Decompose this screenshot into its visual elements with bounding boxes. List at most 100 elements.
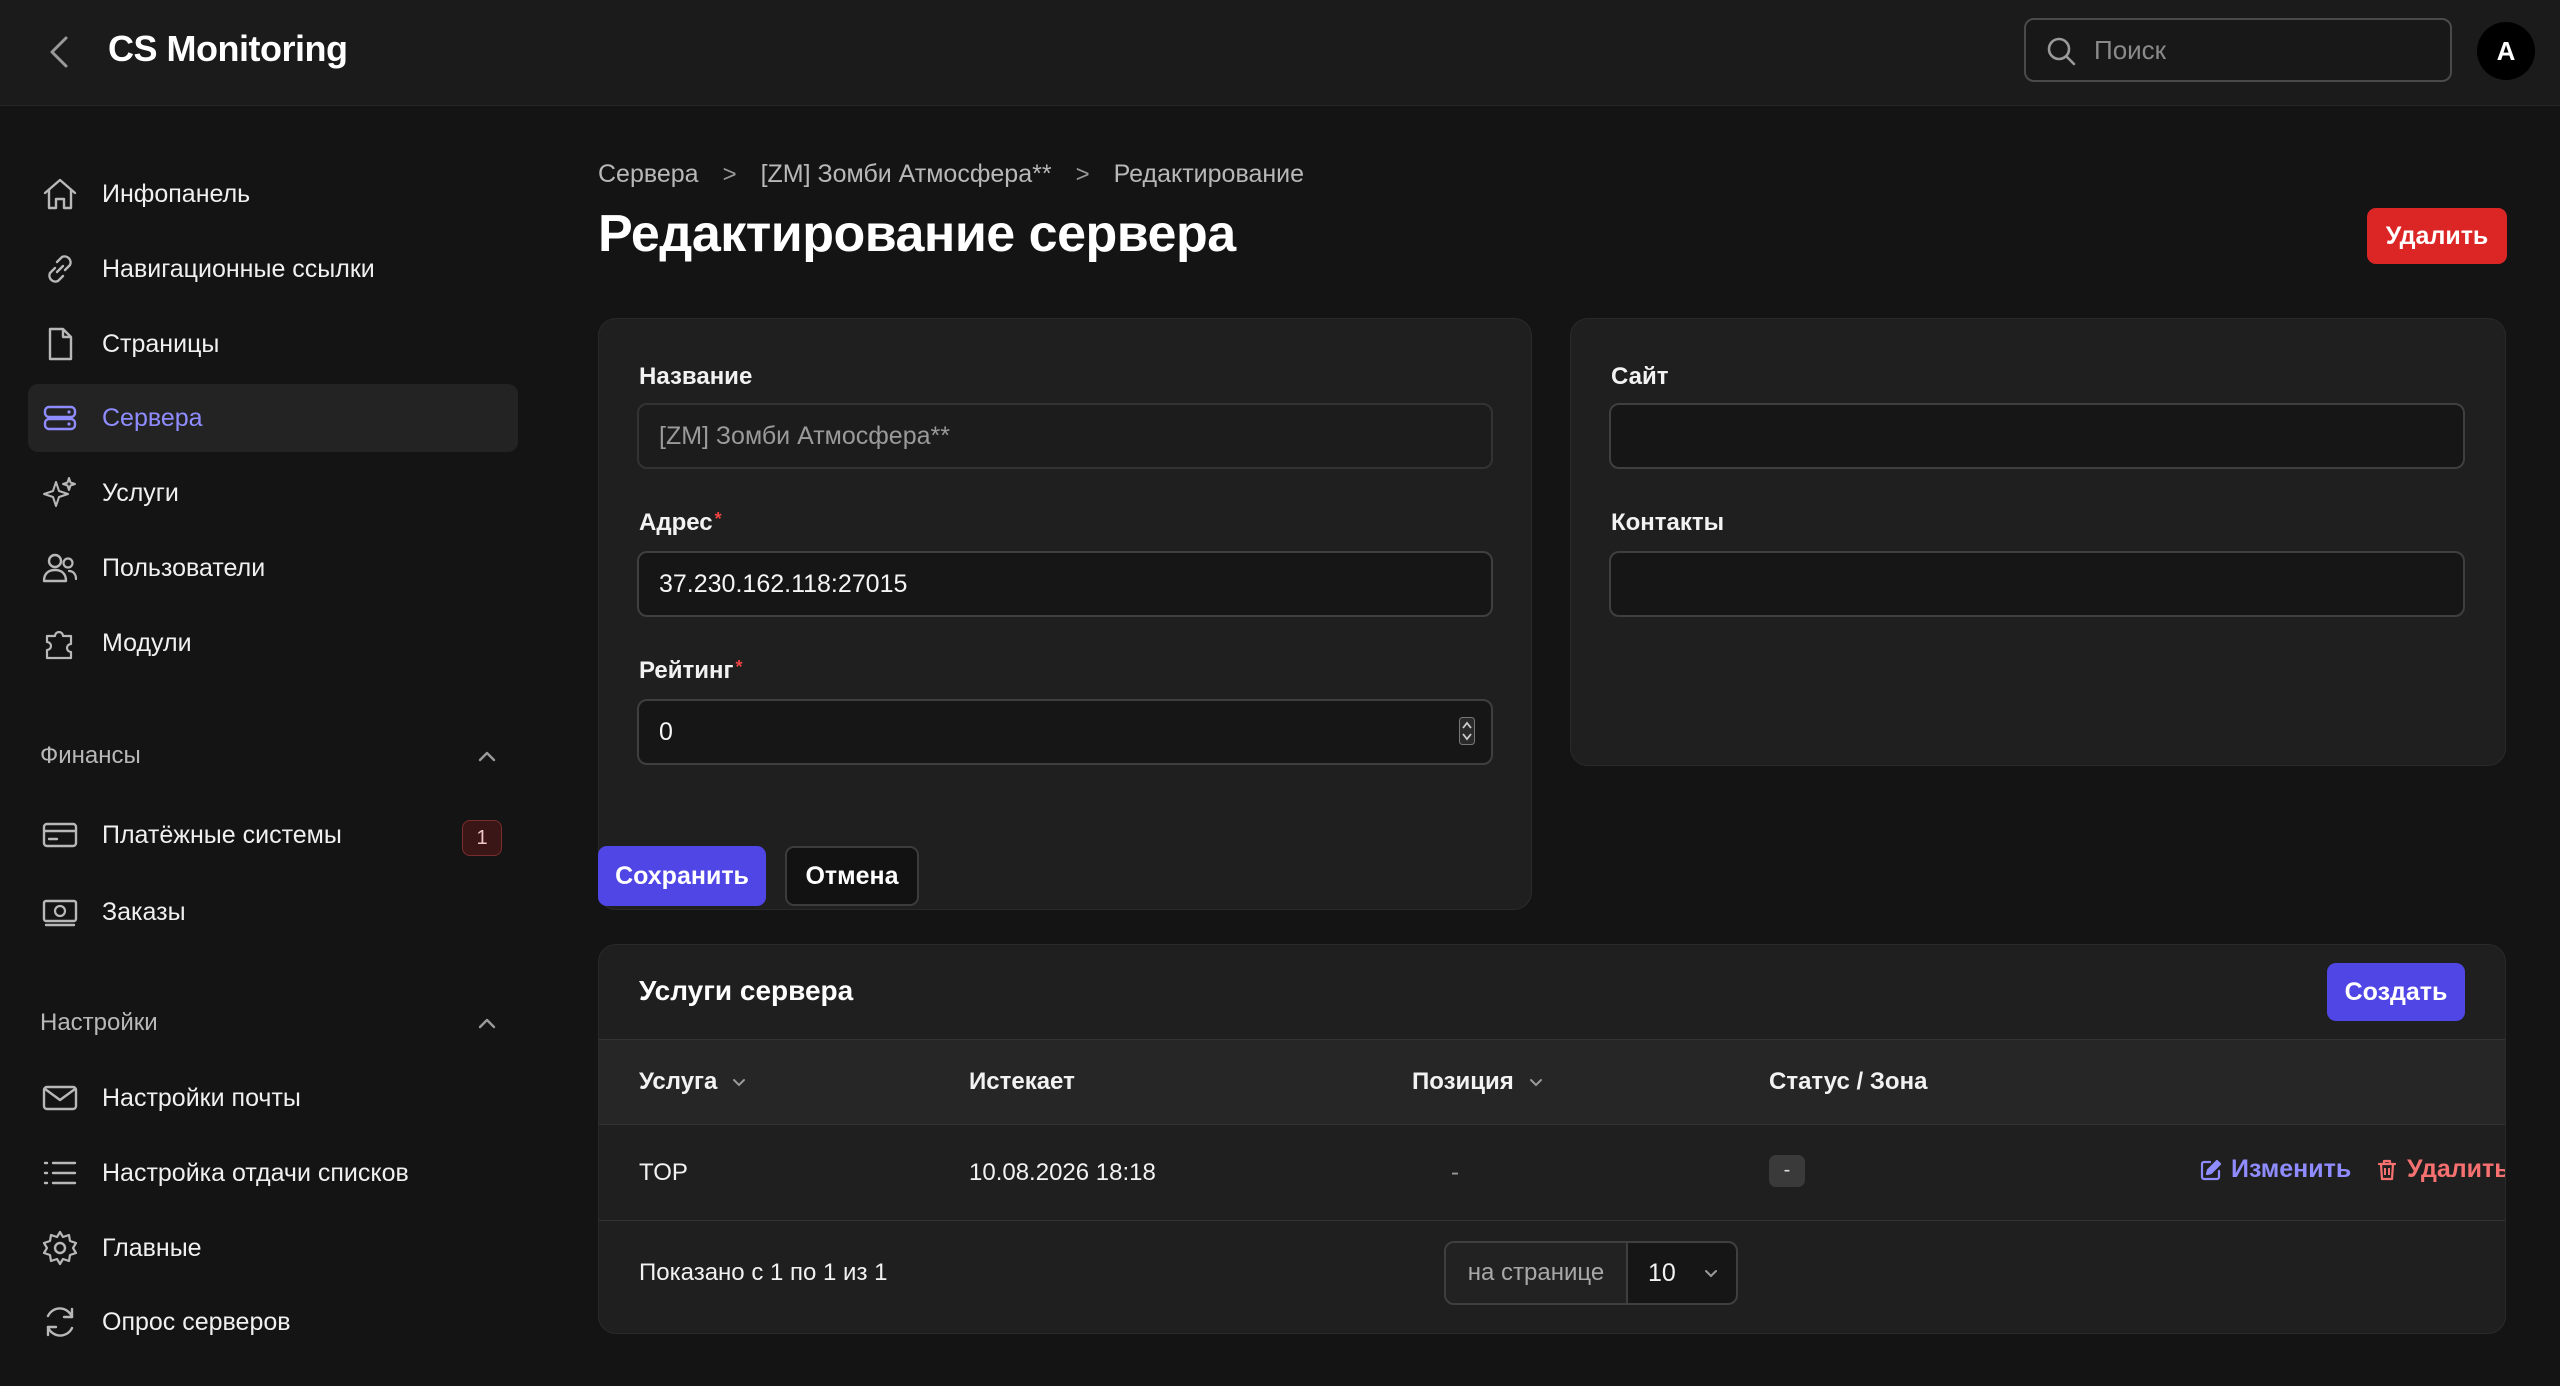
site-label: Сайт [1611, 363, 1669, 390]
finance-collapse-toggle[interactable] [470, 740, 504, 774]
name-field[interactable] [637, 403, 1493, 469]
sidebar-item-label: Модули [102, 628, 192, 657]
save-button[interactable]: Сохранить [598, 846, 766, 906]
sparkles-icon [28, 459, 92, 527]
rating-label: Рейтинг * [639, 657, 743, 684]
edit-icon [2200, 1159, 2222, 1180]
sidebar-item-servers[interactable]: Сервера [28, 384, 518, 452]
chevron-down-icon [733, 1079, 746, 1087]
status-badge: - [1769, 1155, 1805, 1187]
puzzle-icon [28, 609, 92, 677]
sidebar-item-label: Страницы [102, 329, 220, 358]
sidebar-item-server-polling[interactable]: Опрос серверов [28, 1288, 518, 1356]
sidebar-item-users[interactable]: Пользователи [28, 534, 518, 602]
column-position[interactable]: Позиция [1412, 1068, 1546, 1096]
server-icon [28, 384, 92, 452]
delete-server-button[interactable]: Удалить [2367, 208, 2507, 264]
sidebar-item-mail-settings[interactable]: Настройки почты [28, 1064, 518, 1132]
create-service-button[interactable]: Создать [2327, 963, 2465, 1021]
sidebar-item-label: Настройка отдачи списков [102, 1158, 409, 1187]
refresh-icon [28, 1288, 92, 1356]
chevron-up-icon [478, 751, 496, 762]
page-title: Редактирование сервера [598, 205, 1236, 263]
sidebar-item-nav-links[interactable]: Навигационные ссылки [28, 235, 518, 303]
chevron-left-icon [50, 36, 68, 68]
pagination-summary: Показано с 1 по 1 из 1 [639, 1259, 888, 1286]
contacts-field[interactable] [1609, 551, 2465, 617]
main-form-card: Название Адрес* Рейтинг* [598, 318, 1532, 910]
contacts-form-card: Сайт Контакты [1570, 318, 2506, 766]
search-box[interactable] [2024, 18, 2452, 82]
chevron-up-icon [478, 1018, 496, 1029]
sidebar-item-label: Заказы [102, 897, 186, 926]
breadcrumb-server[interactable]: [ZM] Зомби Атмосфера** [761, 160, 1052, 189]
sidebar-item-label: Инфопанель [102, 179, 251, 208]
column-status-zone: Статус / Зона [1769, 1068, 1928, 1095]
sidebar-item-list-output[interactable]: Настройка отдачи списков [28, 1139, 518, 1207]
chevron-down-icon [1704, 1270, 1717, 1278]
breadcrumb: Сервера > [ZM] Зомби Атмосфера** > Редак… [598, 160, 1304, 189]
breadcrumb-current: Редактирование [1113, 160, 1305, 188]
chevron-right-icon: > [722, 160, 737, 188]
address-label: Адрес * [639, 509, 722, 536]
cell-position: - [1451, 1159, 1459, 1186]
sidebar-item-label: Настройки почты [102, 1083, 301, 1112]
sidebar-item-general[interactable]: Главные [28, 1214, 518, 1282]
settings-collapse-toggle[interactable] [470, 1007, 504, 1041]
name-label: Название [639, 363, 753, 390]
avatar[interactable]: A [2477, 22, 2535, 80]
per-page-select: на странице 10 [1444, 1241, 1738, 1305]
sidebar-item-services[interactable]: Услуги [28, 459, 518, 527]
column-service[interactable]: Услуга [639, 1068, 749, 1096]
table-row: TOP 10.08.2026 18:18 - - Изменить Удалит… [599, 1125, 2505, 1221]
cell-service: TOP [639, 1159, 688, 1186]
per-page-dropdown[interactable]: 10 [1628, 1259, 1736, 1288]
settings-group-title: Настройки [40, 1009, 158, 1036]
trash-icon [2377, 1159, 2397, 1180]
cell-expires: 10.08.2026 18:18 [969, 1159, 1156, 1186]
chevron-down-icon [1529, 1079, 1542, 1087]
rating-stepper [637, 699, 1493, 765]
main-content: Сервера > [ZM] Зомби Атмосфера** > Редак… [560, 106, 2560, 1386]
top-bar: CS Monitoring A [0, 0, 2560, 106]
table-title: Услуги сервера [639, 975, 854, 1006]
envelope-icon [28, 1064, 92, 1132]
edit-button[interactable]: Изменить [2199, 1155, 2351, 1184]
sidebar: Инфопанель Навигационные ссылки Страницы… [0, 106, 560, 1386]
sidebar-item-modules[interactable]: Модули [28, 609, 518, 677]
delete-button[interactable]: Удалить [2375, 1155, 2505, 1184]
rating-field[interactable] [637, 699, 1493, 765]
sidebar-item-label: Главные [102, 1233, 202, 1262]
table-header: Услуга Истекает Позиция Статус / Зона [599, 1039, 2505, 1125]
stepper-arrows-icon[interactable] [1459, 717, 1475, 745]
breadcrumb-servers[interactable]: Сервера [598, 160, 699, 189]
sidebar-item-label: Опрос серверов [102, 1307, 291, 1336]
per-page-label: на странице [1446, 1243, 1628, 1303]
app-title: CS Monitoring [108, 28, 348, 69]
back-button[interactable] [42, 30, 78, 74]
sidebar-item-label: Услуги [102, 478, 179, 507]
finance-group-title: Финансы [40, 742, 141, 769]
credit-card-icon [28, 801, 92, 869]
banknotes-icon [28, 878, 92, 946]
sidebar-item-dashboard[interactable]: Инфопанель [28, 160, 518, 228]
server-services-table: Услуги сервера Создать Услуга Истекает П… [598, 944, 2506, 1334]
cancel-button[interactable]: Отмена [785, 846, 919, 906]
link-icon [28, 235, 92, 303]
sidebar-item-label: Пользователи [102, 553, 266, 582]
list-icon [28, 1139, 92, 1207]
gear-icon [28, 1214, 92, 1282]
sidebar-item-label: Сервера [102, 403, 203, 432]
sidebar-item-orders[interactable]: Заказы [28, 878, 518, 946]
site-field[interactable] [1609, 403, 2465, 469]
sidebar-item-pages[interactable]: Страницы [28, 310, 518, 378]
users-icon [28, 534, 92, 602]
sidebar-item-label: Навигационные ссылки [102, 254, 375, 283]
document-icon [28, 310, 92, 378]
column-expires: Истекает [969, 1068, 1075, 1095]
sidebar-item-label: Платёжные системы [102, 820, 342, 849]
sidebar-item-payment-systems[interactable]: Платёжные системы 1 [28, 801, 518, 869]
address-field[interactable] [637, 551, 1493, 617]
search-input[interactable] [2094, 32, 2434, 68]
chevron-right-icon: > [1075, 160, 1090, 188]
